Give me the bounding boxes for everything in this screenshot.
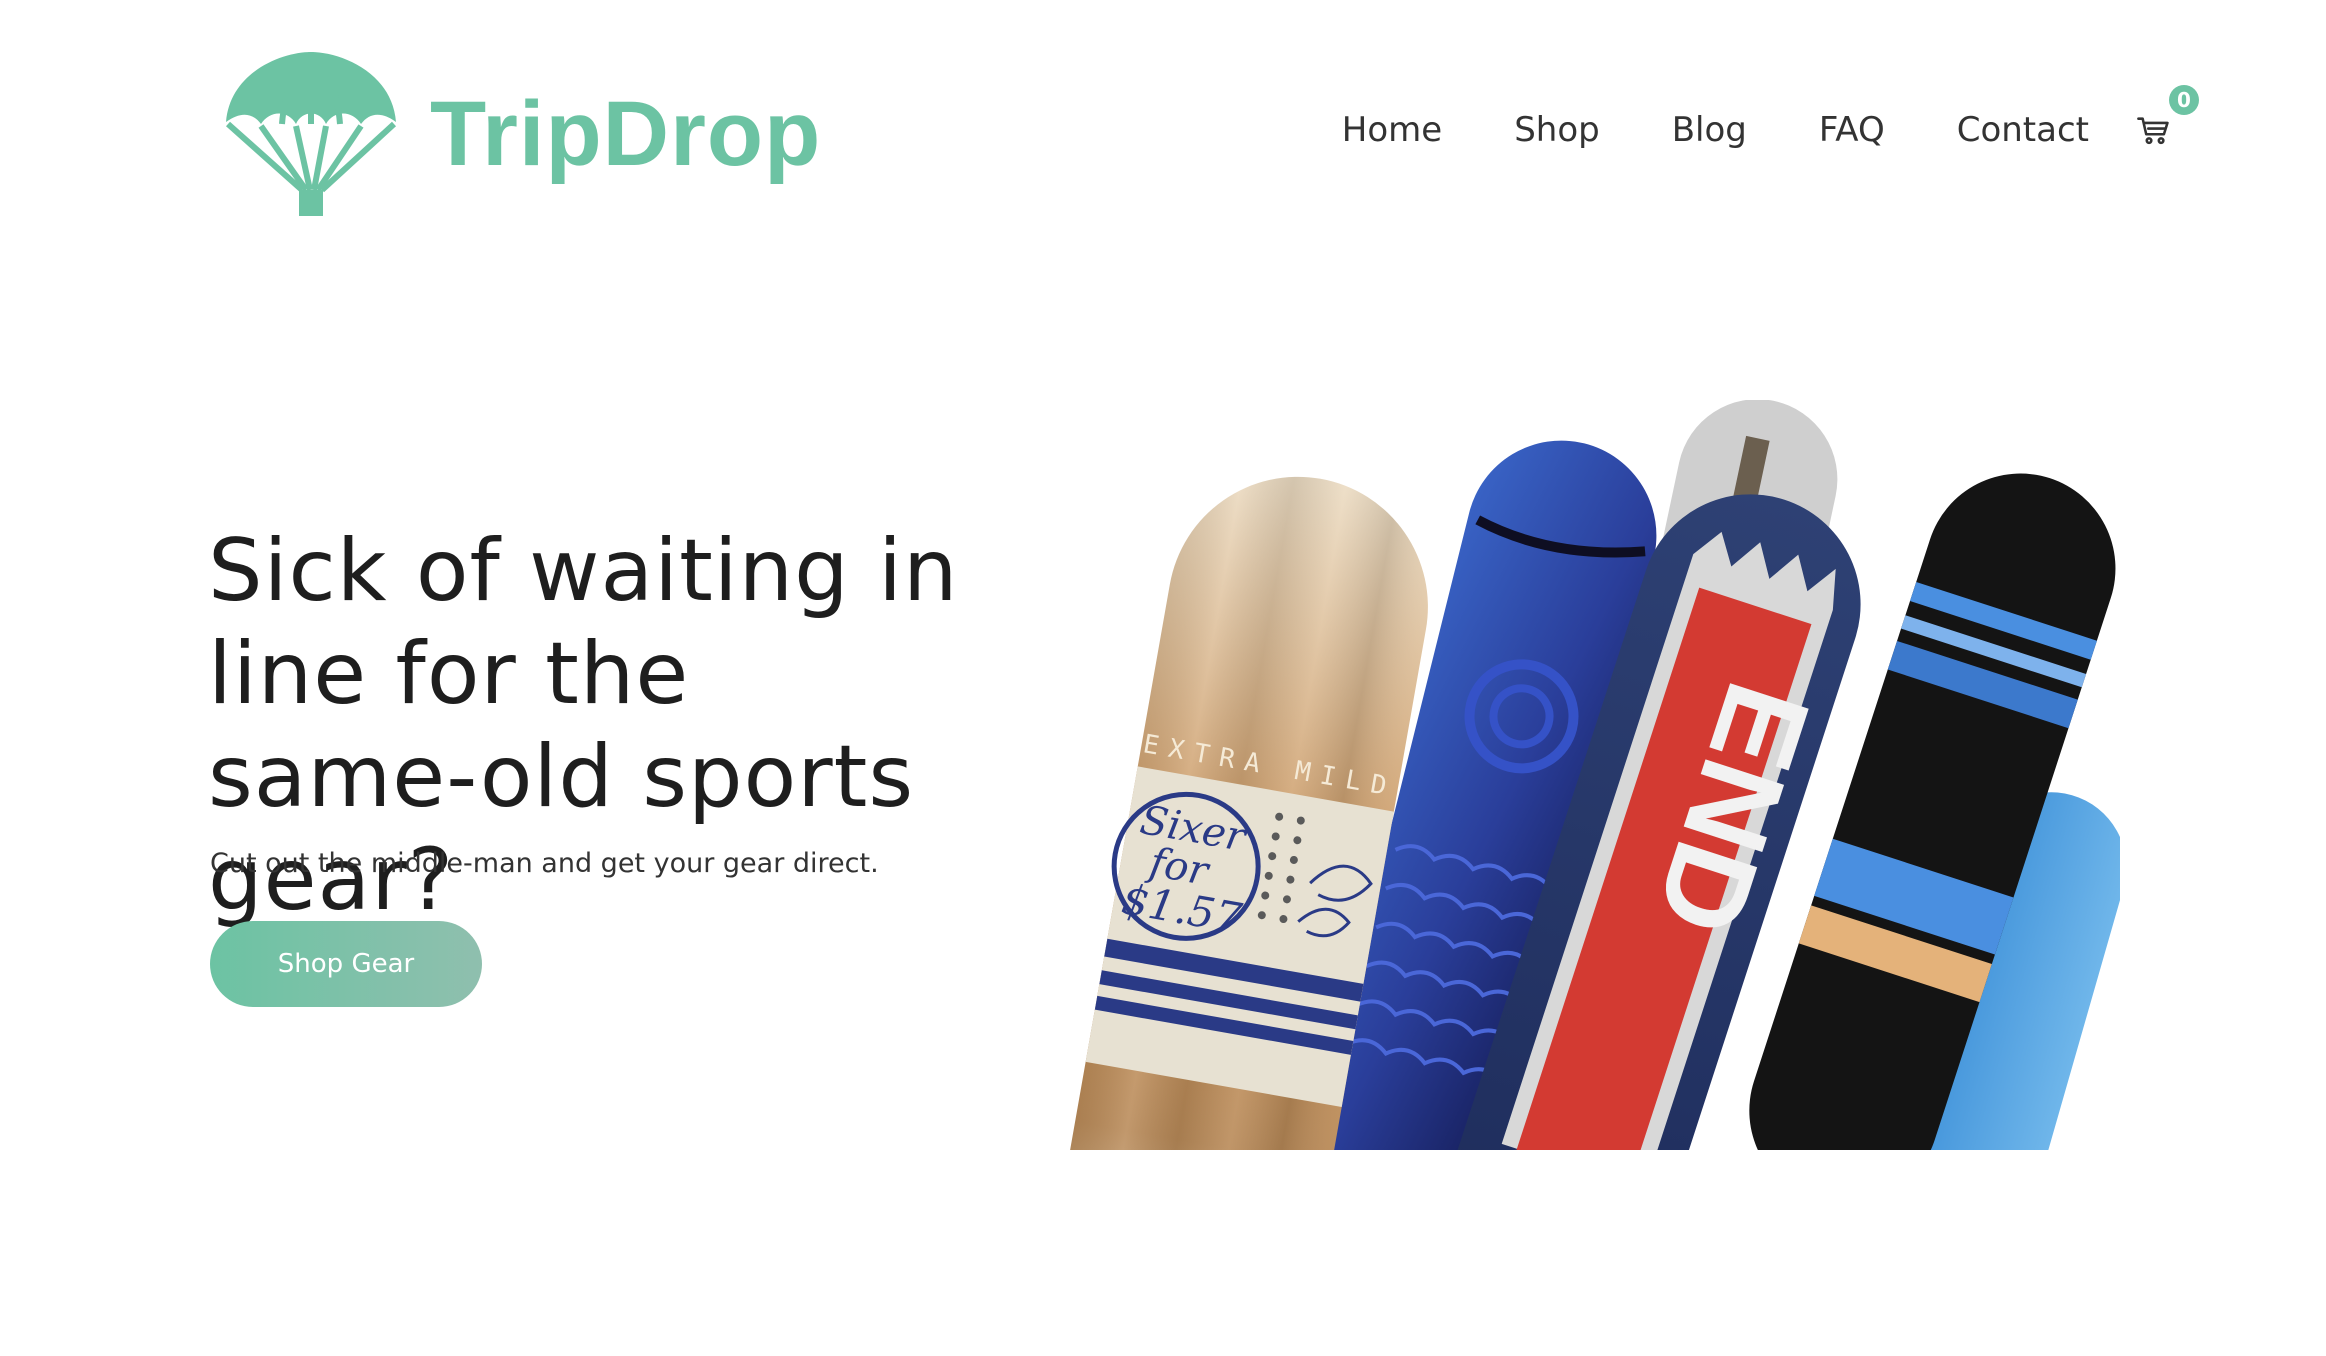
cart-count-badge: 0 [2169, 85, 2199, 115]
snowboards-image: END EXTRA MILD Sixer for $1.57 [1070, 400, 2120, 1150]
nav-item-faq[interactable]: FAQ [1819, 110, 1885, 150]
shop-gear-button[interactable]: Shop Gear [210, 921, 482, 1007]
hero-subtitle: Cut out the middle-man and get your gear… [210, 848, 879, 879]
site-logo[interactable]: TripDrop [222, 52, 821, 222]
nav-item-home[interactable]: Home [1342, 110, 1442, 150]
nav-item-shop[interactable]: Shop [1514, 110, 1600, 150]
cart-icon [2137, 117, 2169, 145]
main-nav: Home Shop Blog FAQ Contact 0 [1342, 85, 2199, 150]
nav-item-blog[interactable]: Blog [1672, 110, 1747, 150]
cart-button[interactable]: 0 [2137, 85, 2199, 147]
page: TripDrop Home Shop Blog FAQ Contact 0 Si… [0, 0, 2326, 1356]
brand-name: TripDrop [430, 82, 822, 185]
parachute-icon [226, 52, 397, 216]
nav-item-contact[interactable]: Contact [1957, 110, 2089, 150]
